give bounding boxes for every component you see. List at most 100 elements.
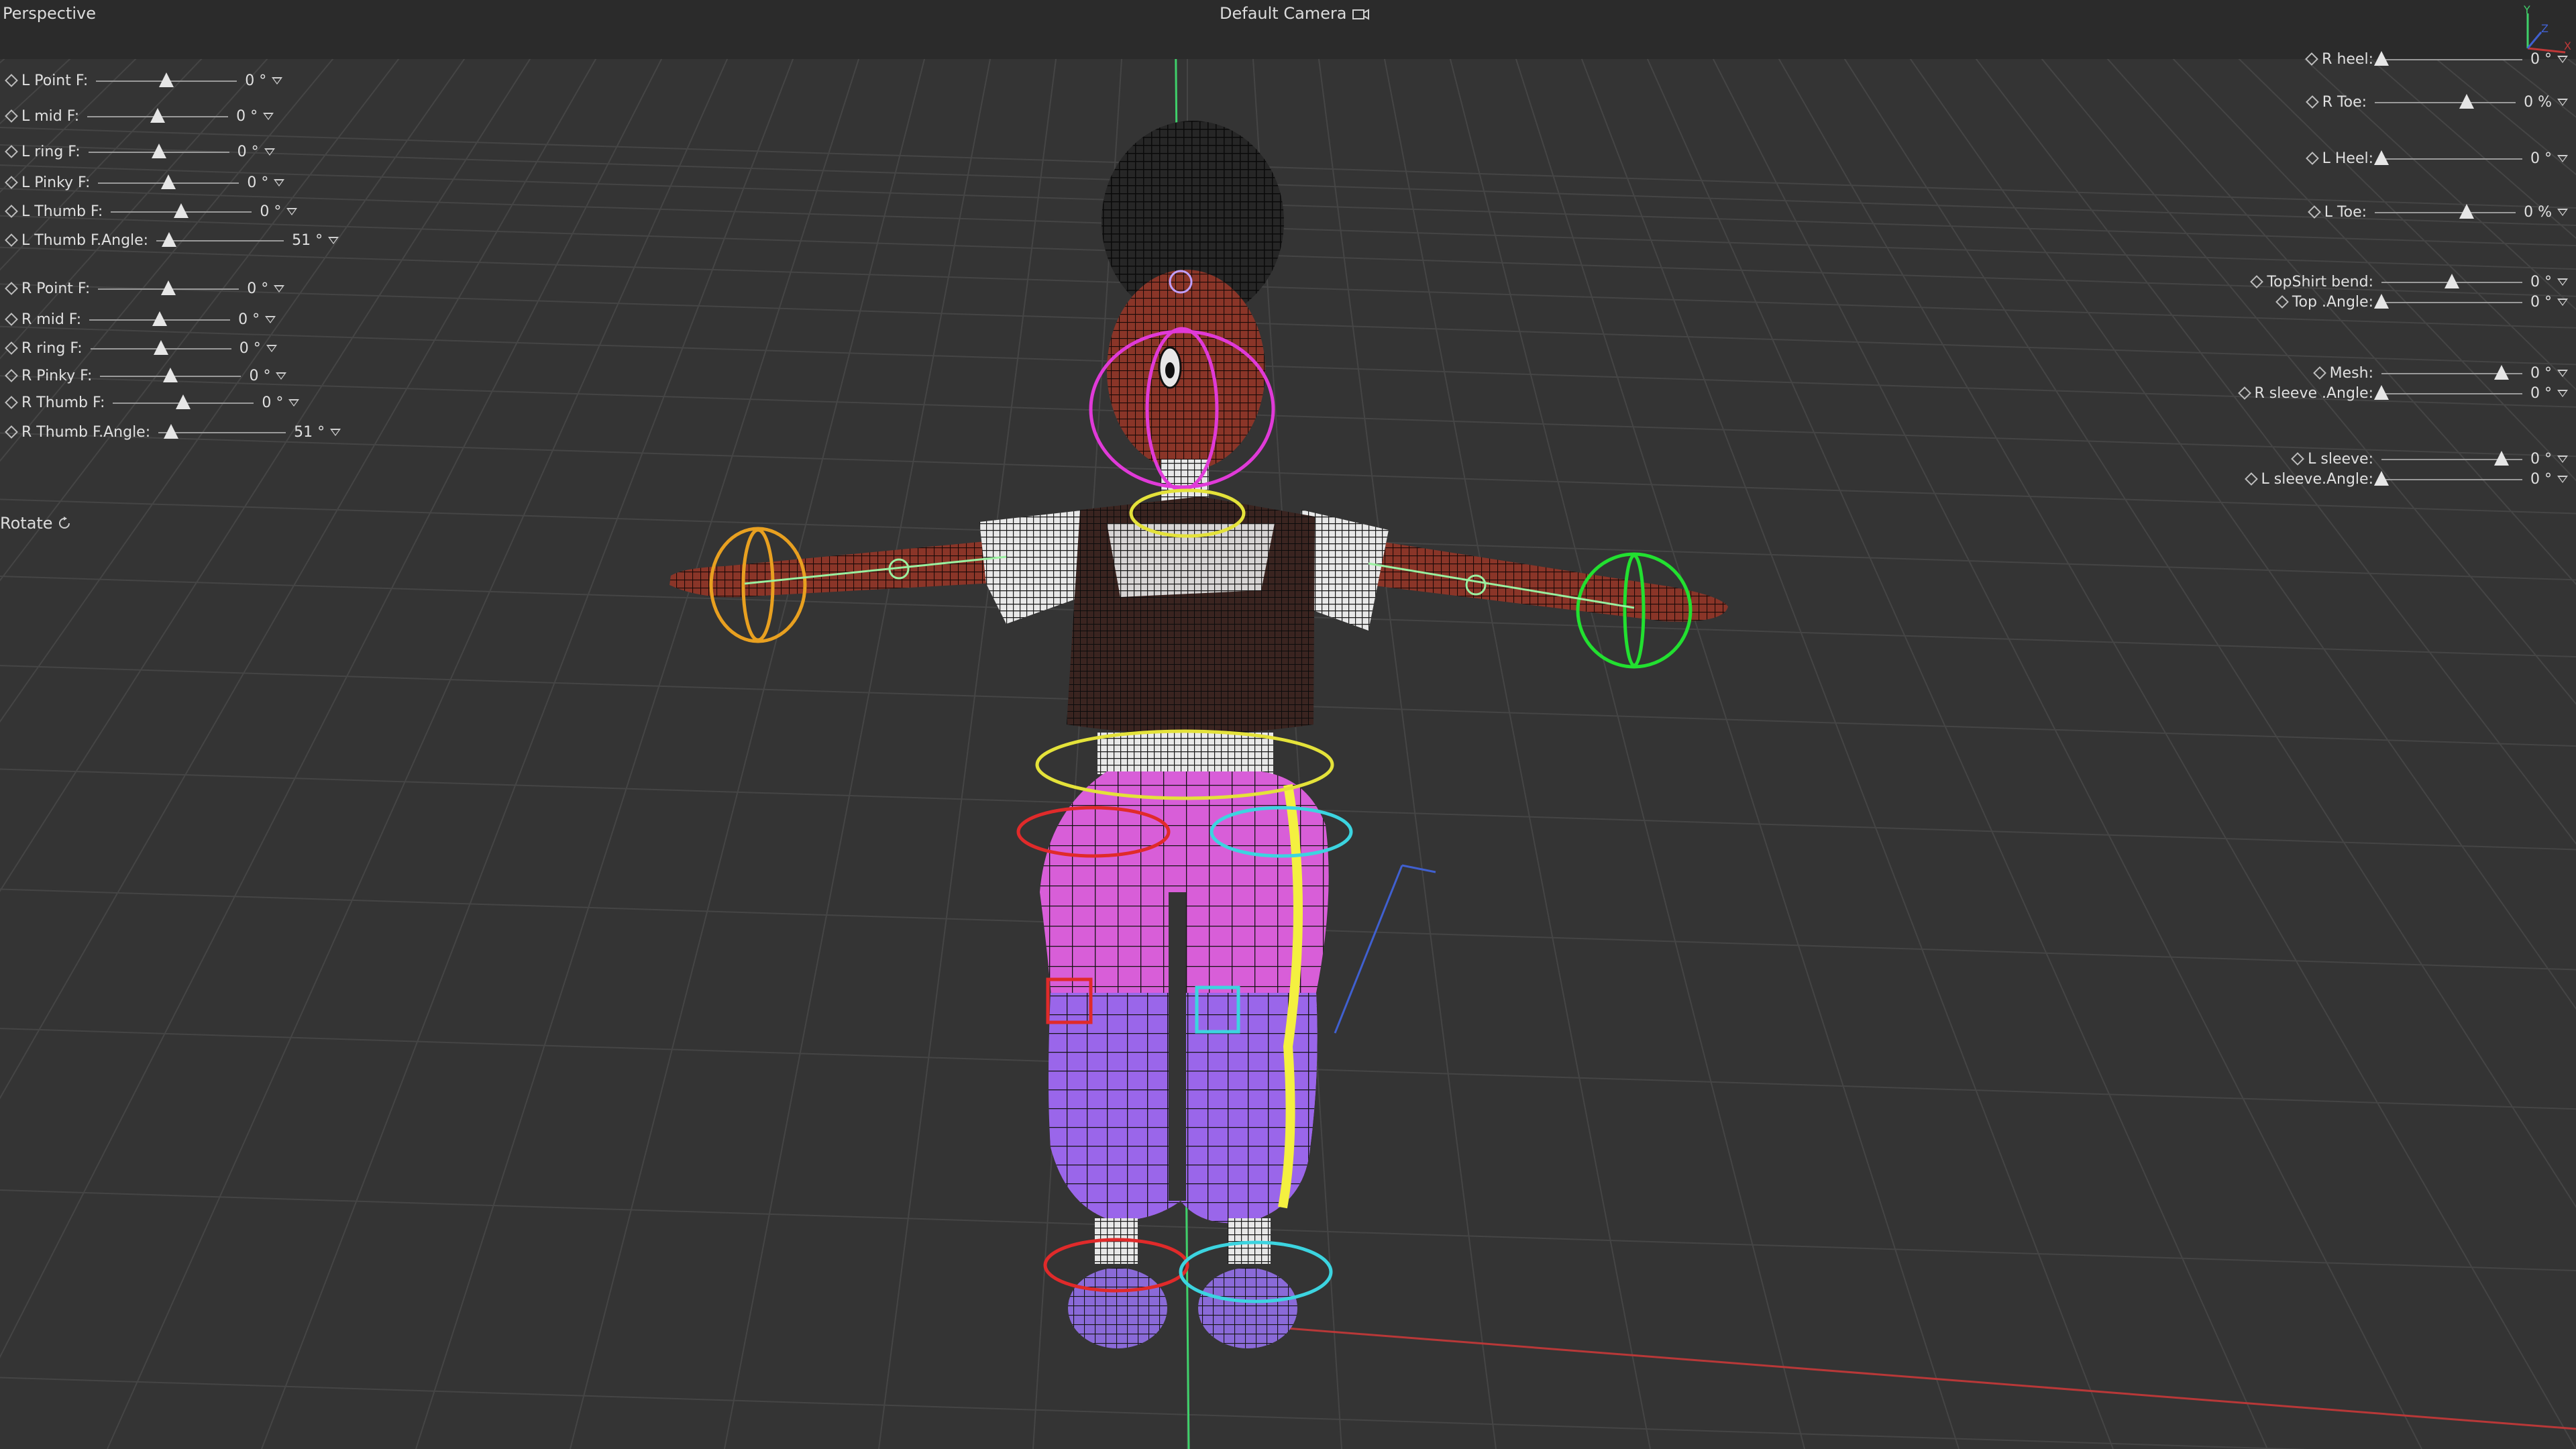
- 3d-viewport[interactable]: Perspective Default Camera Y Z X Rotate …: [0, 0, 2576, 1449]
- keyframe-diamond-icon[interactable]: [5, 369, 18, 382]
- slider-thumb[interactable]: [150, 108, 166, 123]
- character-model[interactable]: [669, 121, 1728, 1348]
- keyframe-diamond-icon[interactable]: [2307, 205, 2321, 219]
- view-mode-label[interactable]: Perspective: [3, 4, 96, 23]
- dropdown-arrow-icon[interactable]: [330, 428, 341, 436]
- dropdown-arrow-icon[interactable]: [2557, 55, 2568, 63]
- left-control-row[interactable]: R Point F: 0 °: [4, 275, 285, 302]
- slider-thumb[interactable]: [2374, 385, 2389, 400]
- slider-thumb[interactable]: [176, 394, 191, 409]
- dropdown-arrow-icon[interactable]: [263, 112, 274, 120]
- left-control-row[interactable]: R ring F: 0 °: [4, 335, 277, 362]
- scene-canvas[interactable]: [0, 0, 2576, 1449]
- left-control-row[interactable]: R Thumb F: 0 °: [4, 389, 300, 416]
- control-value[interactable]: 0 °: [2530, 385, 2552, 402]
- dropdown-arrow-icon[interactable]: [2557, 475, 2568, 483]
- dropdown-arrow-icon[interactable]: [2557, 298, 2568, 306]
- left-control-row[interactable]: L Thumb F: 0 °: [4, 198, 298, 225]
- slider-track[interactable]: [90, 337, 231, 359]
- dropdown-arrow-icon[interactable]: [264, 148, 275, 156]
- keyframe-diamond-icon[interactable]: [5, 282, 18, 295]
- control-value[interactable]: 51 °: [294, 424, 325, 441]
- slider-track[interactable]: [87, 105, 229, 127]
- control-value[interactable]: 0 °: [237, 144, 259, 160]
- control-value[interactable]: 0 °: [249, 368, 270, 384]
- control-value[interactable]: 0 °: [2530, 471, 2552, 488]
- keyframe-diamond-icon[interactable]: [2275, 295, 2289, 309]
- slider-track[interactable]: [2374, 382, 2522, 404]
- slider-thumb[interactable]: [162, 232, 177, 247]
- active-tool-label[interactable]: Rotate: [0, 514, 72, 533]
- right-control-row[interactable]: Top .Angle: 0 °: [2275, 288, 2568, 315]
- left-control-row[interactable]: R Pinky F: 0 °: [4, 362, 287, 389]
- left-control-row[interactable]: L mid F: 0 °: [4, 103, 274, 129]
- dropdown-arrow-icon[interactable]: [2557, 369, 2568, 377]
- dropdown-arrow-icon[interactable]: [288, 398, 300, 407]
- slider-thumb[interactable]: [174, 203, 189, 218]
- keyframe-diamond-icon[interactable]: [5, 205, 18, 218]
- slider-thumb[interactable]: [2493, 451, 2509, 466]
- control-value[interactable]: 0 °: [260, 203, 281, 220]
- keyframe-diamond-icon[interactable]: [5, 313, 18, 326]
- keyframe-diamond-icon[interactable]: [2305, 152, 2319, 165]
- slider-thumb[interactable]: [164, 424, 179, 439]
- left-control-row[interactable]: L Point F: 0 °: [4, 67, 283, 94]
- keyframe-diamond-icon[interactable]: [2305, 95, 2319, 109]
- dropdown-arrow-icon[interactable]: [274, 178, 285, 186]
- slider-thumb[interactable]: [163, 368, 178, 382]
- slider-thumb[interactable]: [2374, 471, 2389, 486]
- keyframe-diamond-icon[interactable]: [5, 109, 18, 123]
- dropdown-arrow-icon[interactable]: [265, 315, 276, 323]
- slider-track[interactable]: [88, 141, 229, 162]
- slider-track[interactable]: [96, 70, 237, 91]
- dropdown-arrow-icon[interactable]: [2557, 278, 2568, 286]
- slider-thumb[interactable]: [153, 340, 168, 355]
- slider-thumb[interactable]: [161, 280, 176, 295]
- control-value[interactable]: 0 °: [2530, 294, 2552, 311]
- keyframe-diamond-icon[interactable]: [2312, 366, 2326, 380]
- slider-track[interactable]: [156, 229, 284, 251]
- control-value[interactable]: 0 °: [262, 394, 283, 411]
- right-control-row[interactable]: R Toe: 0 %: [2305, 89, 2568, 115]
- keyframe-diamond-icon[interactable]: [2237, 386, 2251, 400]
- slider-track[interactable]: [2374, 148, 2522, 169]
- left-control-row[interactable]: R mid F: 0 °: [4, 306, 276, 333]
- keyframe-diamond-icon[interactable]: [5, 396, 18, 409]
- left-control-row[interactable]: R Thumb F.Angle: 51 °: [4, 419, 341, 445]
- slider-track[interactable]: [2375, 201, 2516, 223]
- slider-track[interactable]: [98, 278, 239, 299]
- slider-thumb[interactable]: [2493, 365, 2509, 380]
- dropdown-arrow-icon[interactable]: [276, 372, 287, 380]
- left-control-row[interactable]: L Thumb F.Angle: 51 °: [4, 227, 339, 254]
- control-value[interactable]: 51 °: [292, 232, 323, 249]
- dropdown-arrow-icon[interactable]: [2557, 98, 2568, 106]
- slider-track[interactable]: [89, 309, 231, 330]
- dropdown-arrow-icon[interactable]: [2557, 455, 2568, 463]
- keyframe-diamond-icon[interactable]: [5, 233, 18, 247]
- keyframe-diamond-icon[interactable]: [2244, 472, 2258, 486]
- keyframe-diamond-icon[interactable]: [2305, 52, 2319, 66]
- slider-track[interactable]: [100, 365, 241, 386]
- camera-selector[interactable]: Default Camera: [1220, 4, 1370, 23]
- control-value[interactable]: 0 °: [2530, 365, 2552, 382]
- control-value[interactable]: 0 °: [247, 174, 268, 191]
- slider-track[interactable]: [113, 392, 254, 413]
- keyframe-diamond-icon[interactable]: [5, 341, 18, 355]
- dropdown-arrow-icon[interactable]: [274, 284, 285, 292]
- dropdown-arrow-icon[interactable]: [266, 344, 277, 352]
- control-value[interactable]: 0 %: [2524, 204, 2552, 221]
- slider-thumb[interactable]: [152, 311, 168, 326]
- control-value[interactable]: 0 °: [245, 72, 266, 89]
- slider-thumb[interactable]: [2374, 150, 2389, 165]
- control-value[interactable]: 0 °: [2530, 274, 2552, 290]
- dropdown-arrow-icon[interactable]: [286, 207, 298, 215]
- keyframe-diamond-icon[interactable]: [5, 145, 18, 158]
- slider-thumb[interactable]: [2374, 294, 2389, 309]
- left-control-row[interactable]: L ring F: 0 °: [4, 138, 275, 165]
- dropdown-arrow-icon[interactable]: [328, 236, 339, 244]
- slider-track[interactable]: [111, 201, 252, 222]
- dropdown-arrow-icon[interactable]: [272, 76, 283, 85]
- slider-thumb[interactable]: [2445, 274, 2459, 288]
- control-value[interactable]: 0 °: [2530, 451, 2552, 468]
- dropdown-arrow-icon[interactable]: [2557, 154, 2568, 162]
